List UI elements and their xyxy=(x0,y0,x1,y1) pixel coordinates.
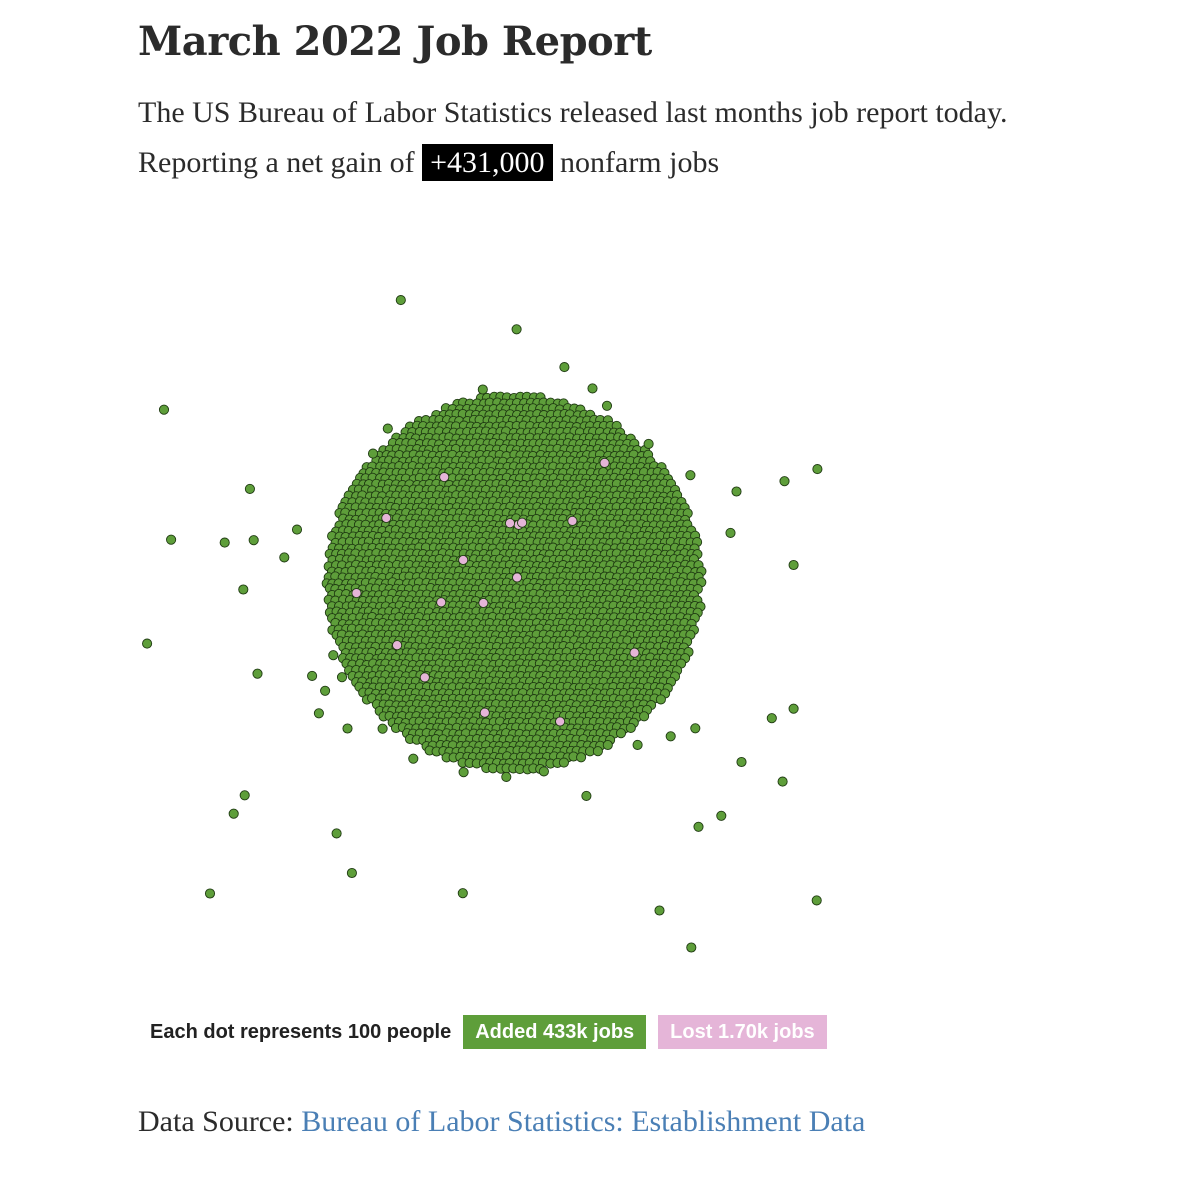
lost-dot xyxy=(419,672,430,683)
added-dot xyxy=(142,638,153,649)
added-dot xyxy=(625,722,636,733)
legend-added-chip: Added 433k jobs xyxy=(463,1015,647,1049)
added-dot xyxy=(244,483,255,494)
added-dot xyxy=(602,739,613,751)
lost-dot xyxy=(436,597,447,608)
added-dot xyxy=(811,895,822,906)
added-dot xyxy=(252,668,263,679)
added-dot xyxy=(367,448,379,459)
lost-dot xyxy=(504,518,516,529)
added-dot xyxy=(477,384,488,395)
lost-dot xyxy=(392,640,403,651)
added-dot xyxy=(685,470,696,481)
added-dot xyxy=(238,584,249,595)
added-dot xyxy=(166,534,177,545)
added-dot xyxy=(665,731,676,742)
added-dot xyxy=(457,888,468,899)
added-dot xyxy=(158,404,170,415)
lost-dot xyxy=(381,512,392,524)
added-dot xyxy=(291,524,303,535)
lost-dot xyxy=(439,472,450,483)
added-dot xyxy=(632,739,643,750)
added-dot xyxy=(639,711,650,722)
added-dot xyxy=(328,650,339,661)
lost-dot xyxy=(351,588,362,599)
added-dot xyxy=(693,821,704,832)
added-dot xyxy=(731,486,742,497)
added-dot xyxy=(779,476,790,487)
added-dot xyxy=(395,295,406,306)
added-dot xyxy=(812,464,823,475)
added-dot xyxy=(788,703,799,714)
data-source-label: Data Source: xyxy=(138,1105,294,1138)
legend-label: Each dot represents 100 people xyxy=(150,1020,452,1043)
lost-dot xyxy=(512,572,523,583)
added-dot xyxy=(228,808,239,819)
added-dot xyxy=(501,771,512,782)
added-dot xyxy=(766,713,777,724)
added-dot xyxy=(331,828,342,839)
added-dot xyxy=(736,756,747,768)
added-dot xyxy=(592,746,603,757)
added-dot xyxy=(408,753,419,764)
added-dot xyxy=(615,728,627,739)
added-dot xyxy=(313,708,324,719)
lost-dot xyxy=(479,707,490,718)
added-dot xyxy=(458,767,469,778)
lost-dot xyxy=(567,515,578,526)
legend: Each dot represents 100 people Added 433… xyxy=(150,1015,839,1049)
added-dot xyxy=(601,400,613,411)
added-dot xyxy=(342,723,353,734)
added-dot xyxy=(279,552,290,563)
added-dots-group xyxy=(142,295,823,953)
lost-dot xyxy=(458,554,469,566)
lost-dot xyxy=(555,716,566,727)
added-dot xyxy=(239,790,250,801)
added-dot xyxy=(346,867,357,879)
added-dot xyxy=(690,723,701,734)
added-dot xyxy=(654,905,665,916)
added-dot xyxy=(788,559,799,571)
lost-dot xyxy=(629,647,640,658)
lost-dot xyxy=(517,517,528,528)
added-dot xyxy=(581,790,592,801)
added-dot xyxy=(382,423,393,434)
added-dot xyxy=(538,766,549,777)
added-dot xyxy=(777,776,788,787)
added-dot xyxy=(559,362,570,373)
added-dot xyxy=(725,527,736,538)
added-dot xyxy=(336,672,348,683)
data-source: Data Source: Bureau of Labor Statistics:… xyxy=(138,1105,865,1139)
added-dot xyxy=(558,757,569,768)
added-dot xyxy=(320,685,331,696)
added-dot xyxy=(307,670,318,681)
added-dot xyxy=(587,383,598,394)
added-dot xyxy=(204,888,216,899)
added-dot xyxy=(219,537,230,548)
added-dot xyxy=(655,694,666,705)
added-dot xyxy=(377,723,388,734)
legend-lost-chip: Lost 1.70k jobs xyxy=(658,1015,827,1049)
lost-dot xyxy=(478,597,489,609)
added-dot xyxy=(686,942,697,953)
dot-cluster-chart xyxy=(142,295,823,953)
added-dot xyxy=(248,535,259,546)
added-dot xyxy=(511,324,522,335)
added-dot xyxy=(643,438,654,449)
added-dot xyxy=(576,752,587,763)
added-dot xyxy=(716,810,727,821)
data-source-link[interactable]: Bureau of Labor Statistics: Establishmen… xyxy=(301,1105,865,1138)
lost-dot xyxy=(599,457,610,468)
